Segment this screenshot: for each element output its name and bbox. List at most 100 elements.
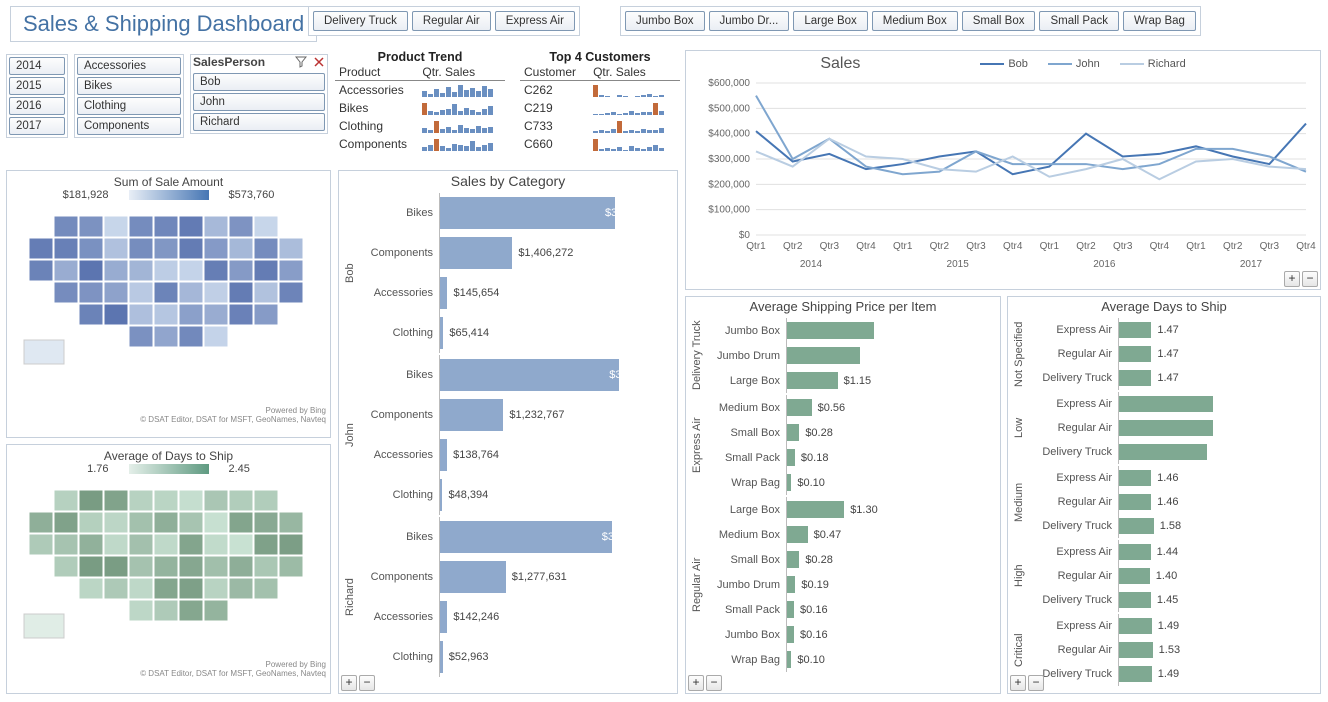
bar-label: Large Box <box>706 504 786 516</box>
bar-value: $1,232,767 <box>509 409 564 421</box>
bar <box>1119 544 1151 560</box>
bar-label: Medium Box <box>706 402 786 414</box>
expand-button[interactable]: + <box>341 675 357 691</box>
bar-value: $0.28 <box>805 554 833 566</box>
bar-row: Clothing$65,414 <box>359 313 671 353</box>
group-label: Low <box>1010 392 1028 464</box>
category-btn-1[interactable]: Bikes <box>77 77 181 95</box>
slicer-container: Jumbo BoxJumbo Dr...Large BoxMedium BoxS… <box>620 6 1201 36</box>
ship-mode-btn-2[interactable]: Express Air <box>495 11 575 31</box>
svg-text:2015: 2015 <box>947 259 970 270</box>
container-btn-3[interactable]: Medium Box <box>872 11 958 31</box>
sales-line-svg: $0$100,000$200,000$300,000$400,000$500,0… <box>686 73 1316 283</box>
map1-credit-top: Powered by Bing <box>266 406 326 415</box>
bar <box>440 561 506 593</box>
bar-row: Jumbo Drum$1.65 <box>706 343 994 368</box>
bar-row: Large Box$1.15 <box>706 368 994 393</box>
bar-value: $48,394 <box>448 489 488 501</box>
bar-row: Components$1,232,767 <box>359 395 671 435</box>
clear-filter-icon[interactable] <box>313 56 325 68</box>
legend-item: Richard <box>1120 58 1186 70</box>
salesperson-btn-0[interactable]: Bob <box>193 73 325 91</box>
svg-text:Qtr3: Qtr3 <box>820 241 840 252</box>
container-btn-1[interactable]: Jumbo Dr... <box>709 11 790 31</box>
bar-label: Components <box>359 571 439 583</box>
bar <box>1119 518 1154 534</box>
bar-label: Jumbo Drum <box>706 350 786 362</box>
svg-text:$0: $0 <box>739 230 751 241</box>
bar-label: Small Box <box>706 427 786 439</box>
product-trend-spark <box>418 135 505 153</box>
year-btn-2[interactable]: 2016 <box>9 97 65 115</box>
svg-text:Qtr4: Qtr4 <box>1150 241 1170 252</box>
svg-text:$400,000: $400,000 <box>708 129 750 140</box>
usa-map-icon <box>14 475 324 655</box>
collapse-button[interactable]: − <box>359 675 375 691</box>
group-label: Delivery Truck <box>688 318 706 393</box>
bar-label: Express Air <box>1028 472 1118 484</box>
bar <box>1119 370 1151 386</box>
collapse-button[interactable]: − <box>1028 675 1044 691</box>
top-customers-title: Top 4 Customers <box>520 50 680 64</box>
bar <box>787 322 874 339</box>
bar-row: Delivery Truck1.45 <box>1028 588 1314 612</box>
bar <box>1119 618 1152 634</box>
svg-text:Qtr1: Qtr1 <box>1186 241 1206 252</box>
ship-mode-btn-0[interactable]: Delivery Truck <box>313 11 408 31</box>
bar <box>1119 568 1150 584</box>
bar <box>1119 322 1151 338</box>
collapse-button[interactable]: − <box>706 675 722 691</box>
expand-button[interactable]: + <box>1284 271 1300 287</box>
bar-row: Jumbo Box$1.98 <box>706 318 994 343</box>
sbc-title: Sales by Category <box>339 171 677 189</box>
group-label: Medium <box>1010 466 1028 538</box>
chart-sales-by-category: Sales by Category BobBikes$3,402,616Comp… <box>338 170 678 694</box>
bar-value: 1.49 <box>1158 620 1179 632</box>
bar-value: 1.47 <box>1157 324 1178 336</box>
svg-text:Qtr3: Qtr3 <box>1260 241 1280 252</box>
bar-value: $1.98 <box>938 325 966 337</box>
collapse-button[interactable]: − <box>1302 271 1318 287</box>
bar <box>1119 444 1207 460</box>
group-label: High <box>1010 540 1028 612</box>
svg-text:Qtr2: Qtr2 <box>930 241 950 252</box>
container-btn-4[interactable]: Small Box <box>962 11 1036 31</box>
customer-spark <box>589 117 680 135</box>
filter-icon[interactable] <box>295 56 307 68</box>
salesperson-btn-2[interactable]: Richard <box>193 113 325 131</box>
bar <box>440 399 503 431</box>
expand-button[interactable]: + <box>1010 675 1026 691</box>
svg-text:$500,000: $500,000 <box>708 103 750 114</box>
expand-button[interactable]: + <box>688 675 704 691</box>
svg-text:Qtr1: Qtr1 <box>1040 241 1060 252</box>
bar-value: 4.28 <box>1271 422 1292 434</box>
container-btn-5[interactable]: Small Pack <box>1039 11 1119 31</box>
container-btn-6[interactable]: Wrap Bag <box>1123 11 1196 31</box>
ship-mode-btn-1[interactable]: Regular Air <box>412 11 491 31</box>
bar-value: $0.10 <box>797 477 825 489</box>
bar-value: $1.30 <box>850 504 878 516</box>
category-btn-2[interactable]: Clothing <box>77 97 181 115</box>
bar-row: Jumbo Box$0.16 <box>706 622 994 647</box>
year-btn-3[interactable]: 2017 <box>9 117 65 135</box>
map2-title: Average of Days to Ship <box>7 445 330 463</box>
salesperson-btn-1[interactable]: John <box>193 93 325 111</box>
bar-label: Jumbo Box <box>706 629 786 641</box>
bar-row: Components$1,277,631 <box>359 557 671 597</box>
product-trend-spark <box>418 117 505 135</box>
bar-row: Wrap Bag$0.10 <box>706 647 994 672</box>
bar-row: Clothing$52,963 <box>359 637 671 677</box>
category-btn-0[interactable]: Accessories <box>77 57 181 75</box>
year-btn-0[interactable]: 2014 <box>9 57 65 75</box>
group-label: Richard <box>341 517 359 677</box>
bar <box>787 347 860 364</box>
container-btn-2[interactable]: Large Box <box>793 11 867 31</box>
product-trend-row: Components <box>335 135 505 153</box>
container-btn-0[interactable]: Jumbo Box <box>625 11 705 31</box>
year-btn-1[interactable]: 2015 <box>9 77 65 95</box>
bar-label: Regular Air <box>1028 422 1118 434</box>
customer-row: C262 <box>520 81 680 100</box>
bar-label: Small Box <box>706 554 786 566</box>
bar-label: Wrap Bag <box>706 477 786 489</box>
category-btn-3[interactable]: Components <box>77 117 181 135</box>
